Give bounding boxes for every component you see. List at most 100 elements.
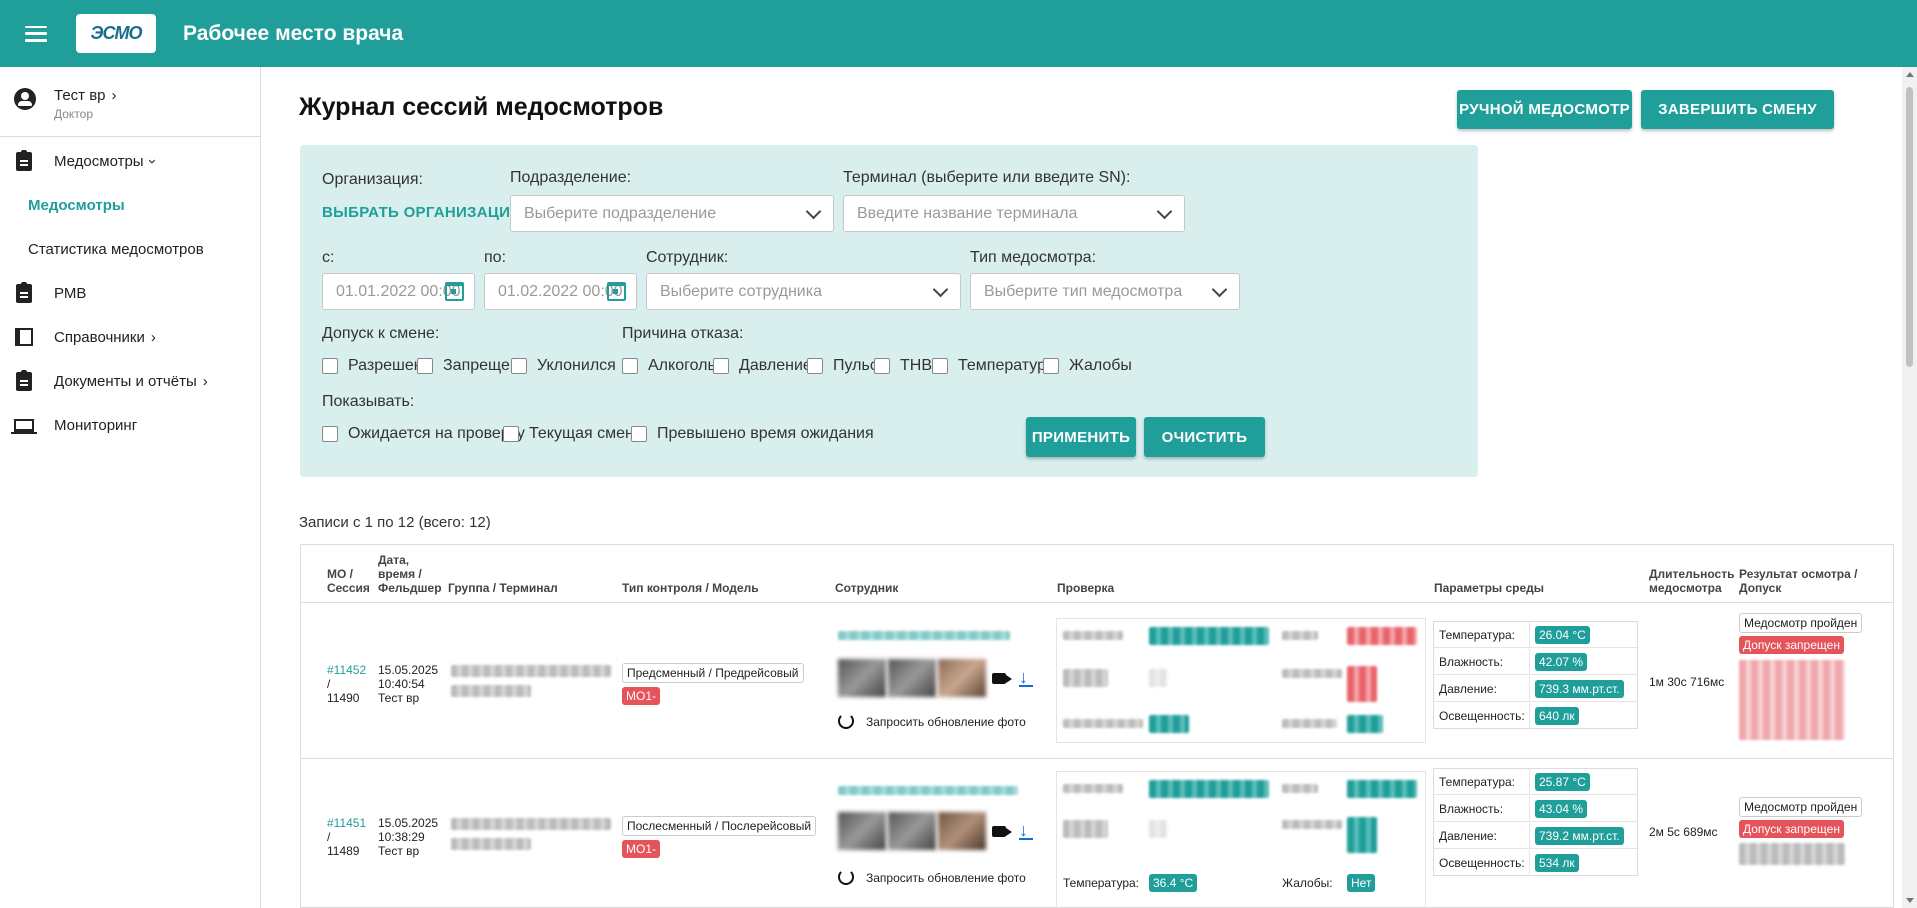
result-badge: Медосмотр пройден <box>1739 613 1863 633</box>
refresh-icon[interactable] <box>838 713 854 729</box>
check-temp-label: Температура: <box>1063 876 1140 890</box>
employee-photo[interactable] <box>938 812 986 850</box>
refresh-icon[interactable] <box>838 869 854 885</box>
sidebar-item-statistics[interactable]: Статистика медосмотров <box>0 227 260 271</box>
laptop-icon <box>11 418 37 434</box>
check-label-redacted <box>1063 719 1143 728</box>
col-env[interactable]: Параметры среды <box>1434 581 1544 595</box>
terminal-label: Терминал (выберите или введите SN): <box>843 169 1131 186</box>
sidebar-item-rmv[interactable]: РМВ <box>0 271 260 315</box>
clipboard-icon <box>16 281 32 303</box>
col-employee[interactable]: Сотрудник <box>835 581 898 595</box>
table-row[interactable]: #11451 / 11489 15.05.2025 10:38:29 Тест … <box>301 758 1893 907</box>
check-grid <box>1056 618 1426 743</box>
scroll-down-icon[interactable] <box>1906 898 1914 903</box>
exam-type-select[interactable]: Выберите тип медосмотра <box>970 273 1240 310</box>
date-from-value: 01.01.2022 00:00 <box>336 283 461 300</box>
employee-photo[interactable] <box>838 812 886 850</box>
sidebar-item-references[interactable]: Справочники › <box>0 315 260 359</box>
calendar-icon[interactable] <box>607 282 626 301</box>
exam-date: 15.05.2025 <box>378 816 439 830</box>
mo-link[interactable]: #11452 <box>327 663 366 677</box>
show-label: Показывать: <box>322 393 415 410</box>
env-row: Влажность: 42.07 % <box>1434 649 1637 675</box>
checkbox-alcohol[interactable]: Алкоголь <box>622 357 716 375</box>
col-type[interactable]: Тип контроля / Модель <box>622 581 759 595</box>
choose-organization-link[interactable]: ВЫБРАТЬ ОРГАНИЗАЦИЮ <box>322 204 526 221</box>
menu-icon[interactable] <box>25 25 47 42</box>
clear-button[interactable]: ОЧИСТИТЬ <box>1144 417 1265 457</box>
sidebar-item-monitoring[interactable]: Мониторинг <box>0 403 260 447</box>
checkbox-forbidden[interactable]: Запрещен <box>417 357 519 375</box>
employee-photo[interactable] <box>888 812 936 850</box>
admission-label: Допуск к смене: <box>322 325 440 342</box>
checkbox-complaints[interactable]: Жалобы <box>1043 357 1132 375</box>
checkbox-pressure[interactable]: Давление <box>713 357 812 375</box>
app-logo[interactable]: ЭСМО <box>76 14 156 53</box>
checkbox-evaded[interactable]: Уклонился <box>511 357 616 375</box>
date-from-input[interactable]: 01.01.2022 00:00 <box>322 273 475 310</box>
terminal-redacted <box>451 838 531 850</box>
checkbox-pulse[interactable]: Пульс <box>807 357 878 375</box>
check-label-redacted <box>1063 631 1123 640</box>
employee-photo[interactable] <box>888 659 936 697</box>
model-badge: МО1- <box>622 687 660 705</box>
terminal-select[interactable]: Введите название терминала <box>843 195 1185 232</box>
download-icon[interactable]: ↓ <box>1019 821 1033 840</box>
photo-refresh-link[interactable]: Запросить обновление фото <box>866 715 1026 729</box>
checkbox-temperature[interactable]: Температура <box>932 357 1055 375</box>
video-icon[interactable] <box>992 826 1012 837</box>
user-profile[interactable]: Тест вр › Доктор <box>0 67 260 137</box>
calendar-icon[interactable] <box>445 282 464 301</box>
video-icon[interactable] <box>992 673 1012 684</box>
group-redacted <box>451 818 611 830</box>
date-from-label: с: <box>322 249 335 266</box>
check-value-redacted <box>1347 627 1417 645</box>
photo-refresh-link[interactable]: Запросить обновление фото <box>866 871 1026 885</box>
admission-badge: Допуск запрещен <box>1739 820 1844 838</box>
end-shift-button[interactable]: ЗАВЕРШИТЬ СМЕНУ <box>1641 90 1834 129</box>
records-count: Записи с 1 по 12 (всего: 12) <box>299 514 491 531</box>
dept-select[interactable]: Выберите подразделение <box>510 195 834 232</box>
employee-photo[interactable] <box>938 659 986 697</box>
manual-exam-button[interactable]: РУЧНОЙ МЕДОСМОТР <box>1457 90 1632 129</box>
employee-photo[interactable] <box>838 659 886 697</box>
apply-button[interactable]: ПРИМЕНИТЬ <box>1026 417 1136 457</box>
checkbox-tnv[interactable]: ТНВ <box>874 357 932 375</box>
chevron-down-icon: › <box>143 158 161 164</box>
session-slash: / <box>327 677 331 691</box>
user-name: Тест вр <box>54 87 106 104</box>
col-mo[interactable]: МО / Сессия <box>327 567 370 595</box>
col-date[interactable]: Дата, время / Фельдшер <box>378 553 442 595</box>
date-to-input[interactable]: 01.02.2022 00:00 <box>484 273 637 310</box>
col-duration[interactable]: Длительность медосмотра <box>1649 567 1734 595</box>
chevron-right-icon: › <box>202 372 208 390</box>
table-row[interactable]: #11452 / 11490 15.05.2025 10:40:54 Тест … <box>301 602 1893 758</box>
col-group[interactable]: Группа / Терминал <box>448 581 558 595</box>
employee-name-redacted[interactable] <box>838 786 1018 795</box>
sidebar-item-medosmotry[interactable]: Медосмотры <box>0 183 260 227</box>
col-check[interactable]: Проверка <box>1057 581 1114 595</box>
sidebar-item-medosmotry-group[interactable]: Медосмотры › <box>0 139 260 183</box>
date-to-value: 01.02.2022 00:00 <box>498 283 623 300</box>
scroll-up-icon[interactable] <box>1906 72 1914 77</box>
sidebar-item-documents[interactable]: Документы и отчёты › <box>0 359 260 403</box>
model-badge: МО1- <box>622 840 660 858</box>
check-label-redacted <box>1282 820 1342 829</box>
mo-link[interactable]: #11451 <box>327 816 366 830</box>
env-row: Температура: 26.04 °C <box>1434 622 1637 648</box>
checkbox-current-shift[interactable]: Текущая смена <box>503 425 643 443</box>
scroll-thumb[interactable] <box>1906 87 1913 367</box>
employee-name-redacted[interactable] <box>838 631 1010 640</box>
page-scrollbar[interactable] <box>1902 67 1917 908</box>
control-type-badge: Послесменный / Послерейсовый <box>622 816 817 836</box>
download-icon[interactable]: ↓ <box>1019 668 1033 687</box>
checkbox-awaiting-review[interactable]: Ожидается на проверку <box>322 425 525 443</box>
check-value-redacted <box>1149 669 1167 687</box>
check-value-redacted <box>1149 820 1167 838</box>
checkbox-wait-exceeded[interactable]: Превышено время ожидания <box>631 425 874 443</box>
employee-select[interactable]: Выберите сотрудника <box>646 273 961 310</box>
checkbox-allowed[interactable]: Разрешен <box>322 357 423 375</box>
exam-duration: 2м 5с 689мс <box>1649 825 1718 839</box>
col-result[interactable]: Результат осмотра / Допуск <box>1739 567 1864 595</box>
